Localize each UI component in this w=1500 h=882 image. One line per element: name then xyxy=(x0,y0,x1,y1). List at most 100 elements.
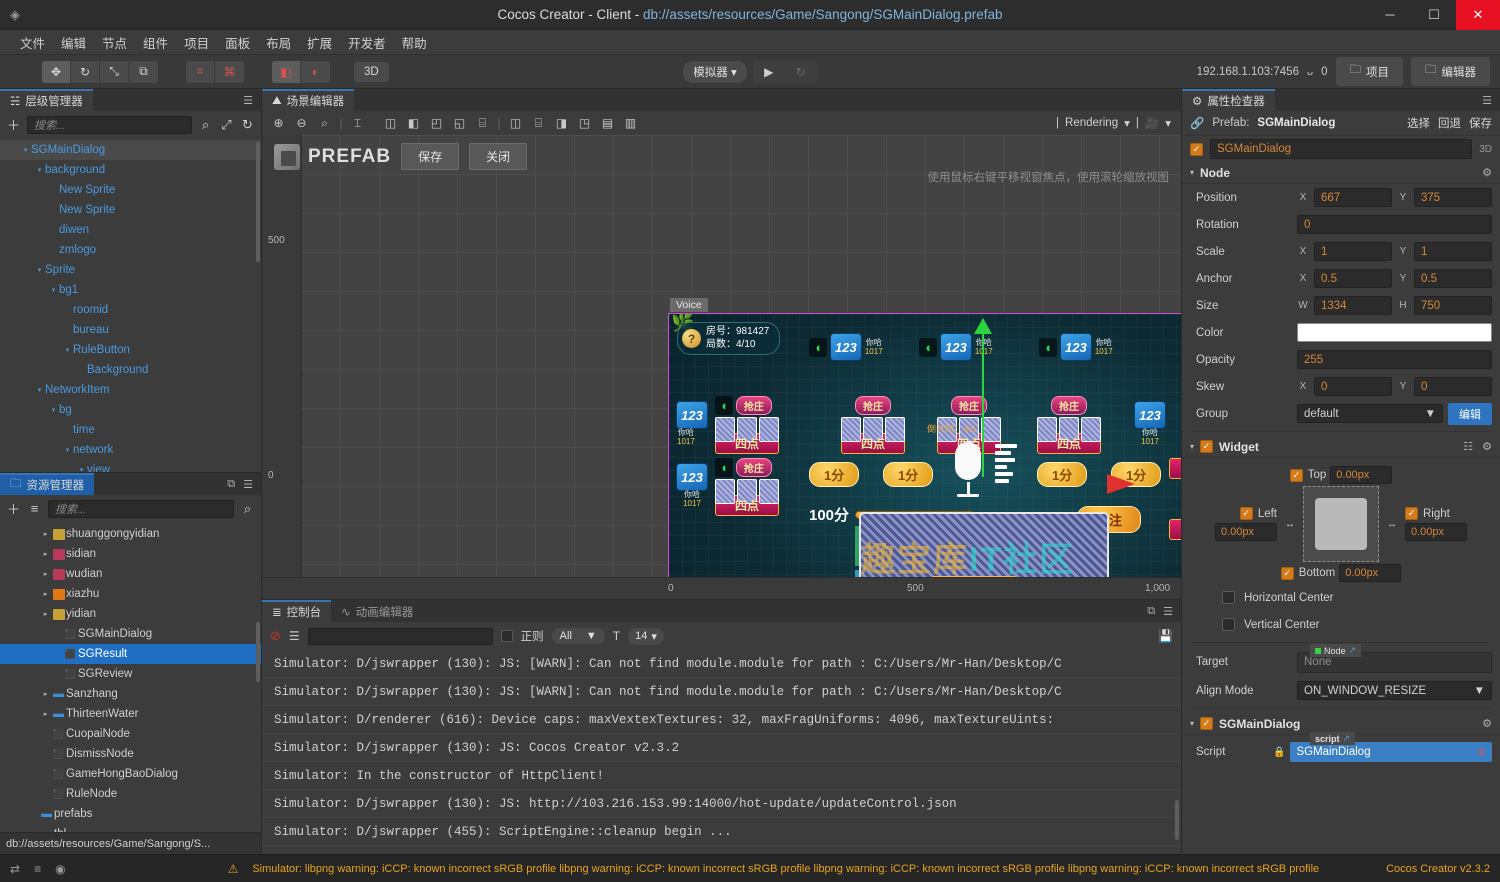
zoom-in-icon[interactable]: ⊕ xyxy=(268,113,289,133)
menu-item-file[interactable]: 文件 xyxy=(12,31,53,54)
camera-icon[interactable]: 🎥 xyxy=(1145,116,1159,130)
refresh-icon[interactable]: ↻ xyxy=(240,117,255,133)
player-left-2[interactable]: 123 你哈 1017 xyxy=(677,464,707,508)
distribute-right-icon[interactable]: ▥ xyxy=(620,113,641,133)
bet-chip-3[interactable]: 1分 xyxy=(1037,462,1087,487)
zoom-fit-icon[interactable]: ⌕ xyxy=(314,113,335,133)
simulator-dropdown[interactable]: 模拟器 ▾ xyxy=(683,61,746,83)
widget-enabled-checkbox[interactable]: ✓ xyxy=(1200,440,1213,453)
hierarchy-node-bg1[interactable]: ▾bg1 xyxy=(0,280,261,300)
asset-item-sanzhang[interactable]: ▸▬Sanzhang xyxy=(0,684,261,704)
node-enabled-checkbox[interactable]: ✓ xyxy=(1190,143,1203,156)
clear-console-icon[interactable]: ⊘ xyxy=(270,628,281,644)
asset-item-tbl[interactable]: ▾▬tbl xyxy=(0,824,261,832)
player-right-1[interactable]: 123 你哈 1017 xyxy=(1135,402,1165,446)
align-h-right-icon[interactable]: ◰ xyxy=(426,113,447,133)
asset-item-wudian[interactable]: ▸wudian xyxy=(0,564,261,584)
scale-x-input[interactable]: 1 xyxy=(1314,242,1392,261)
rotation-input[interactable]: 0 xyxy=(1297,215,1492,234)
widget-bottom-toggle[interactable]: ✓ Bottom xyxy=(1281,567,1335,580)
menu-item-edit[interactable]: 编辑 xyxy=(53,31,94,54)
rotate-tool-icon[interactable]: ↻ xyxy=(71,61,100,83)
chevron-down-icon[interactable]: ▾ xyxy=(28,830,39,832)
rect-tool-icon[interactable]: ⧉ xyxy=(129,61,158,83)
eye-icon[interactable]: ◉ xyxy=(55,862,65,876)
widget-left-toggle[interactable]: ✓ Left xyxy=(1240,507,1277,520)
distribute-left-icon[interactable]: ◳ xyxy=(574,113,595,133)
bet-chip-2[interactable]: 1分 xyxy=(883,462,933,487)
hierarchy-node-networkitem[interactable]: ▾NetworkItem xyxy=(0,380,261,400)
menu-item-project[interactable]: 项目 xyxy=(176,31,217,54)
hierarchy-node-sprite[interactable]: ▾Sprite xyxy=(0,260,261,280)
game-preview-canvas[interactable]: 🌿 🌿 ? 房号：981427 局数：4/10 ◖ xyxy=(668,313,1181,599)
copy-icon[interactable]: ⧉ xyxy=(227,478,235,491)
maximize-button[interactable]: ☐ xyxy=(1412,0,1456,30)
node-section-header[interactable]: ▾ Node ⚙ xyxy=(1182,162,1500,184)
chevron-right-icon[interactable]: ▸ xyxy=(40,710,51,718)
global-coord-icon[interactable]: ◐ xyxy=(301,61,330,83)
widget-right-input[interactable]: 0.00px xyxy=(1405,523,1467,541)
hierarchy-node-sgmaindialog[interactable]: ▾SGMainDialog xyxy=(0,140,261,160)
help-book-icon[interactable]: ☷ xyxy=(1463,440,1473,453)
hierarchy-node-new-sprite[interactable]: ▾New Sprite xyxy=(0,200,261,220)
widget-top-input[interactable]: 0.00px xyxy=(1330,466,1392,484)
menu-item-layout[interactable]: 布局 xyxy=(258,31,299,54)
tab-console[interactable]: ≣ 控制台 xyxy=(262,600,331,622)
chevron-right-icon[interactable]: ▸ xyxy=(40,610,51,618)
asset-item-rulenode[interactable]: ▸⬛RuleNode xyxy=(0,784,261,804)
asset-item-yidian[interactable]: ▸yidian xyxy=(0,604,261,624)
size-height-input[interactable]: 750 xyxy=(1414,296,1492,315)
hierarchy-node-roomid[interactable]: ▾roomid xyxy=(0,300,261,320)
align-v-middle-icon[interactable]: ⌸ xyxy=(472,113,493,133)
bottom-checkbox[interactable]: ✓ xyxy=(1281,567,1294,580)
chevron-down-icon[interactable]: ▾ xyxy=(48,286,59,294)
menu-icon[interactable]: ☰ xyxy=(243,94,253,107)
hierarchy-node-network[interactable]: ▾network xyxy=(0,440,261,460)
asset-item-gamehongbaodialog[interactable]: ▸⬛GameHongBaoDialog xyxy=(0,764,261,784)
scale-tool-icon[interactable]: ⤡ xyxy=(100,61,129,83)
hierarchy-node-diwen[interactable]: ▾diwen xyxy=(0,220,261,240)
chevron-down-icon[interactable]: ▾ xyxy=(76,466,87,472)
vertical-center-checkbox[interactable] xyxy=(1222,618,1235,631)
node-name-input[interactable]: SGMainDialog xyxy=(1210,139,1472,159)
asset-item-shuanggongyidian[interactable]: ▸shuanggongyidian xyxy=(0,524,261,544)
widget-right-toggle[interactable]: ✓ Right xyxy=(1405,507,1450,520)
search-icon[interactable]: ⌕ xyxy=(240,501,255,517)
distribute-bottom-icon[interactable]: ◨ xyxy=(551,113,572,133)
prefab-select-button[interactable]: 选择 xyxy=(1407,115,1430,131)
left-checkbox[interactable]: ✓ xyxy=(1240,507,1253,520)
component-enabled-checkbox[interactable]: ✓ xyxy=(1200,717,1213,730)
gear-icon[interactable]: ⚙ xyxy=(1482,717,1492,730)
chevron-right-icon[interactable]: ▸ xyxy=(40,550,51,558)
align-mode-dropdown[interactable]: ON_WINDOW_RESIZE ▼ xyxy=(1297,681,1492,700)
center-icon[interactable]: ⌘ xyxy=(215,61,244,83)
node-3d-badge[interactable]: 3D xyxy=(1479,144,1492,155)
tab-scene-editor[interactable]: ⛰ 场景编辑器 xyxy=(262,89,354,111)
play-icon[interactable]: ▶ xyxy=(753,61,785,83)
hierarchy-node-view[interactable]: ▾view xyxy=(0,460,261,472)
console-filter-input[interactable] xyxy=(308,628,493,645)
console-scrollbar[interactable] xyxy=(1175,800,1179,840)
menu-item-help[interactable]: 帮助 xyxy=(394,31,435,54)
widget-left-input[interactable]: 0.00px xyxy=(1215,523,1277,541)
console-log-line[interactable]: Simulator: D/jswrapper (130): JS: [WARN]… xyxy=(262,678,1181,706)
asset-item-cuopainode[interactable]: ▸⬛CuopaiNode xyxy=(0,724,261,744)
script-input[interactable]: SGMainDialog ✕ xyxy=(1290,742,1492,762)
save-log-icon[interactable]: 💾 xyxy=(1158,629,1173,643)
anchor-x-input[interactable]: 0.5 xyxy=(1314,269,1392,288)
chevron-right-icon[interactable]: ▸ xyxy=(40,590,51,598)
assets-scrollbar[interactable] xyxy=(256,622,260,682)
asset-item-thirteenwater[interactable]: ▸▬ThirteenWater xyxy=(0,704,261,724)
right-checkbox[interactable]: ✓ xyxy=(1405,507,1418,520)
asset-item-dismissnode[interactable]: ▸⬛DismissNode xyxy=(0,744,261,764)
chevron-down-icon[interactable]: ▾ xyxy=(34,386,45,394)
menu-item-node[interactable]: 节点 xyxy=(94,31,135,54)
editor-settings-button[interactable]: 🗀 编辑器 xyxy=(1411,57,1490,86)
close-button[interactable]: ✕ xyxy=(1456,0,1500,30)
widget-alignment-box[interactable] xyxy=(1303,486,1379,562)
chevron-down-icon[interactable]: ▾ xyxy=(1165,116,1171,130)
group-edit-button[interactable]: 编辑 xyxy=(1448,403,1492,425)
align-h-left-icon[interactable]: ◫ xyxy=(380,113,401,133)
console-log-line[interactable]: Simulator: D/jswrapper (130): JS: [WARN]… xyxy=(262,650,1181,678)
widget-bottom-input[interactable]: 0.00px xyxy=(1339,564,1401,582)
